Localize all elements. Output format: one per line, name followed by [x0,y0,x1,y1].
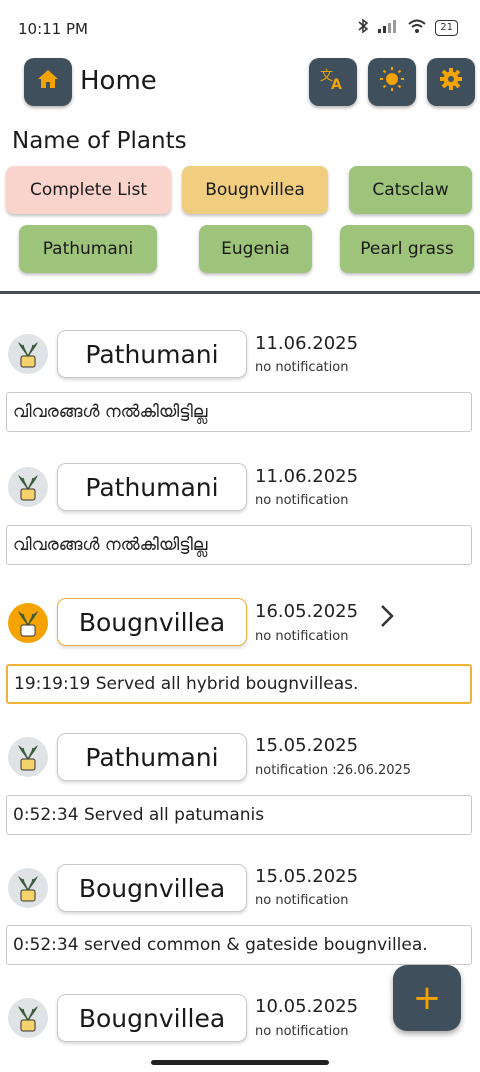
home-button[interactable] [24,58,72,106]
entry-description[interactable]: 19:19:19 Served all hybrid bougnvilleas. [6,664,472,704]
divider [0,291,480,294]
home-icon [37,68,59,96]
plant-name-box[interactable]: Pathumani [57,330,247,378]
entry-date: 11.06.2025 [255,333,359,354]
status-bar: 10:11 PM 21 [0,0,480,58]
add-entry-button[interactable]: + [393,965,461,1031]
gesture-bar [151,1060,329,1065]
section-title: Name of Plants [12,128,187,154]
svg-text:A: A [331,77,342,92]
wifi-icon [407,19,427,37]
plant-icon [8,868,48,908]
chip-pearl-grass[interactable]: Pearl grass [340,225,474,273]
entry-description[interactable]: വിവരങ്ങൾ നൽകിയിട്ടില്ല [6,392,472,432]
gear-icon [439,67,463,97]
entry-description[interactable]: 0:52:34 Served all patumanis [6,795,472,835]
plant-name-box[interactable]: Bougnvillea [57,598,247,646]
entry-notification: no notification [255,1024,349,1039]
entry-date: 15.05.2025 [255,866,359,887]
plant-name-box[interactable]: Bougnvillea [57,994,247,1042]
translate-button[interactable]: 文A [309,58,357,106]
chevron-right-icon[interactable] [378,603,396,636]
plant-icon [8,467,48,507]
plant-icon [8,603,48,643]
entry-notification: no notification [255,893,349,908]
entry-notification: notification :26.06.2025 [255,763,412,778]
battery-icon: 21 [435,20,458,36]
entry-date: 11.06.2025 [255,466,359,487]
page-title: Home [80,66,157,96]
chip-complete-list[interactable]: Complete List [6,166,171,214]
plant-icon [8,998,48,1038]
entry-date: 15.05.2025 [255,735,359,756]
entry-description[interactable]: വിവരങ്ങൾ നൽകിയിട്ടില്ല [6,525,472,565]
signal-icon [377,19,399,37]
entry-notification: no notification [255,360,349,375]
entry-date: 10.05.2025 [255,996,359,1017]
entry-description[interactable]: 0:52:34 served common & gateside bougnvi… [6,925,472,965]
plant-name-box[interactable]: Bougnvillea [57,864,247,912]
plant-name-box[interactable]: Pathumani [57,733,247,781]
app-bar: Home 文A [0,54,480,110]
sun-icon [379,66,405,98]
plus-icon: + [412,978,442,1018]
entry-date: 16.05.2025 [255,601,359,622]
status-time: 10:11 PM [18,20,88,38]
settings-button[interactable] [427,58,475,106]
entry-notification: no notification [255,493,349,508]
plant-icon [8,334,48,374]
translate-icon: 文A [319,66,347,98]
theme-toggle-button[interactable] [368,58,416,106]
chip-bougnvillea[interactable]: Bougnvillea [182,166,328,214]
chip-catsclaw[interactable]: Catsclaw [349,166,472,214]
entry-notification: no notification [255,629,349,644]
status-icons: 21 [357,18,458,38]
chip-pathumani[interactable]: Pathumani [19,225,157,273]
plant-icon [8,737,48,777]
plant-name-box[interactable]: Pathumani [57,463,247,511]
chip-eugenia[interactable]: Eugenia [199,225,312,273]
bluetooth-icon [357,18,369,38]
